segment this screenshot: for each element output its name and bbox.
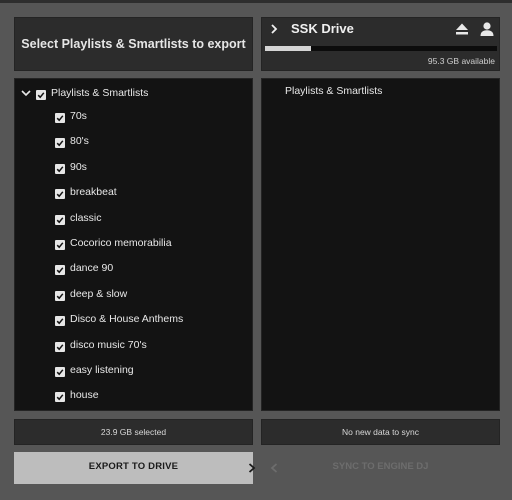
check-icon [56, 394, 64, 401]
chevron-right-icon [248, 463, 256, 473]
export-window: Select Playlists & Smartlists to export … [0, 0, 512, 500]
playlist-checkbox[interactable] [55, 392, 65, 403]
sync-label: SYNC TO ENGINE DJ [332, 461, 429, 472]
drive-contents: Playlists & Smartlists [261, 78, 500, 411]
playlist-tree: Playlists & Smartlists 70s 80's 90s breakbe… [14, 78, 253, 411]
check-icon [56, 166, 64, 173]
check-icon [56, 343, 64, 350]
drive-contents-label: Playlists & Smartlists [285, 85, 383, 97]
playlist-checkbox[interactable] [55, 367, 65, 377]
chevron-right-icon[interactable] [268, 23, 280, 35]
check-icon [37, 92, 45, 99]
sync-status-text: No new data to sync [341, 427, 419, 437]
playlist-label: easy listening [70, 364, 134, 376]
export-header: Select Playlists & Smartlists to export [14, 17, 253, 71]
playlist-label: breakbeat [70, 186, 117, 199]
playlist-label: classic [70, 211, 102, 224]
check-icon [56, 267, 64, 274]
playlist-item[interactable]: deep & slow [15, 286, 252, 306]
playlist-item[interactable]: Disco & House Anthems [15, 311, 252, 331]
playlist-checkbox[interactable] [55, 138, 65, 149]
playlist-item[interactable]: 90s [15, 159, 252, 179]
sync-status: No new data to sync [261, 419, 500, 445]
selected-status: 23.9 GB selected [14, 419, 253, 445]
playlist-item[interactable]: Cocorico memorabilia [15, 235, 252, 255]
playlist-item[interactable]: classic [15, 210, 252, 230]
playlist-label: deep & slow [70, 287, 128, 300]
selected-size: 23.9 GB selected [100, 427, 167, 437]
playlist-label: dance 90 [70, 262, 114, 275]
export-label: EXPORT TO DRIVE [88, 461, 179, 472]
playlist-label: disco music 70's [70, 338, 147, 351]
drive-header: SSK Drive 95.3 GB available [261, 17, 500, 71]
sync-to-engine-button[interactable]: SYNC TO ENGINE DJ [261, 452, 500, 484]
playlist-label: Disco & House Anthems [70, 313, 184, 326]
check-icon [56, 242, 64, 249]
eject-icon[interactable] [455, 22, 469, 36]
playlist-item[interactable]: 70s [15, 108, 252, 128]
export-to-drive-button[interactable]: EXPORT TO DRIVE [14, 452, 256, 484]
playlist-checkbox[interactable] [55, 290, 65, 301]
playlist-label: house [70, 389, 99, 402]
check-icon [56, 293, 64, 300]
playlist-item[interactable]: breakbeat [15, 184, 252, 204]
playlist-label: 70s [70, 110, 87, 122]
export-header-title: Select Playlists & Smartlists to export [21, 37, 246, 51]
check-icon [56, 216, 64, 223]
playlist-label: 90s [70, 160, 87, 173]
playlist-checkbox[interactable] [55, 214, 65, 225]
top-strip [0, 0, 512, 3]
drive-usage-fill [265, 46, 312, 51]
check-icon [56, 318, 64, 325]
check-icon [56, 140, 64, 147]
drive-usage-bar [265, 46, 497, 51]
tree-root-label: Playlists & Smartlists [51, 87, 149, 99]
playlist-item[interactable]: dance 90 [15, 260, 252, 280]
check-icon [56, 115, 64, 122]
playlist-item[interactable]: 80's [15, 133, 252, 153]
playlist-label: Cocorico memorabilia [70, 237, 172, 249]
user-icon[interactable] [479, 21, 495, 37]
playlist-item[interactable]: easy listening [15, 362, 252, 382]
playlist-checkbox[interactable] [55, 341, 65, 352]
check-icon [56, 191, 64, 198]
tree-root[interactable]: Playlists & Smartlists [15, 83, 252, 103]
drive-name: SSK Drive [291, 21, 354, 36]
playlist-checkbox[interactable] [55, 189, 65, 200]
tree-root-checkbox[interactable] [36, 90, 46, 100]
playlist-checkbox[interactable] [55, 113, 65, 123]
playlist-checkbox[interactable] [55, 240, 65, 250]
chevron-down-icon[interactable] [20, 88, 32, 98]
check-icon [56, 369, 64, 376]
playlist-item[interactable]: house [15, 387, 252, 407]
playlist-checkbox[interactable] [55, 316, 65, 327]
playlist-checkbox[interactable] [55, 163, 65, 174]
playlist-label: 80's [70, 135, 89, 148]
drive-available: 95.3 GB available [427, 56, 495, 66]
playlist-checkbox[interactable] [55, 265, 65, 276]
playlist-item[interactable]: disco music 70's [15, 337, 252, 357]
